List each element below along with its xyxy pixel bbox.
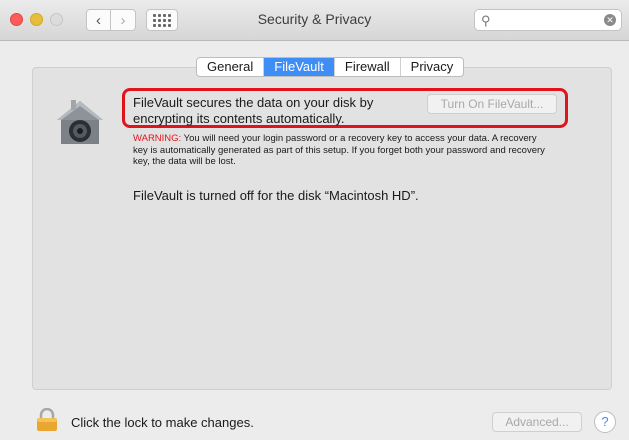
lock-icon[interactable] — [36, 408, 58, 432]
warning-body: You will need your login password or a r… — [133, 133, 545, 167]
tab-bar: General FileVault Firewall Privacy — [196, 57, 465, 77]
clear-search-icon[interactable]: ✕ — [604, 14, 616, 26]
advanced-button[interactable]: Advanced... — [492, 412, 582, 432]
lock-message: Click the lock to make changes. — [71, 415, 254, 430]
title-bar: ‹ › Security & Privacy ⚲ ✕ — [0, 0, 629, 41]
help-button[interactable]: ? — [594, 411, 616, 433]
warning-label: WARNING: — [133, 133, 182, 144]
tab-filevault[interactable]: FileVault — [264, 58, 335, 76]
tab-privacy[interactable]: Privacy — [401, 58, 464, 76]
tab-general[interactable]: General — [197, 58, 265, 76]
filevault-status: FileVault is turned off for the disk “Ma… — [133, 188, 419, 203]
filevault-description: FileVault secures the data on your disk … — [133, 95, 374, 126]
turn-on-filevault-button[interactable]: Turn On FileVault... — [427, 94, 557, 114]
search-field[interactable]: ⚲ ✕ — [474, 9, 622, 31]
search-icon: ⚲ — [481, 13, 491, 28]
tab-firewall[interactable]: Firewall — [335, 58, 401, 76]
filevault-house-icon — [57, 100, 103, 144]
warning-text: WARNING: You will need your login passwo… — [133, 133, 553, 168]
